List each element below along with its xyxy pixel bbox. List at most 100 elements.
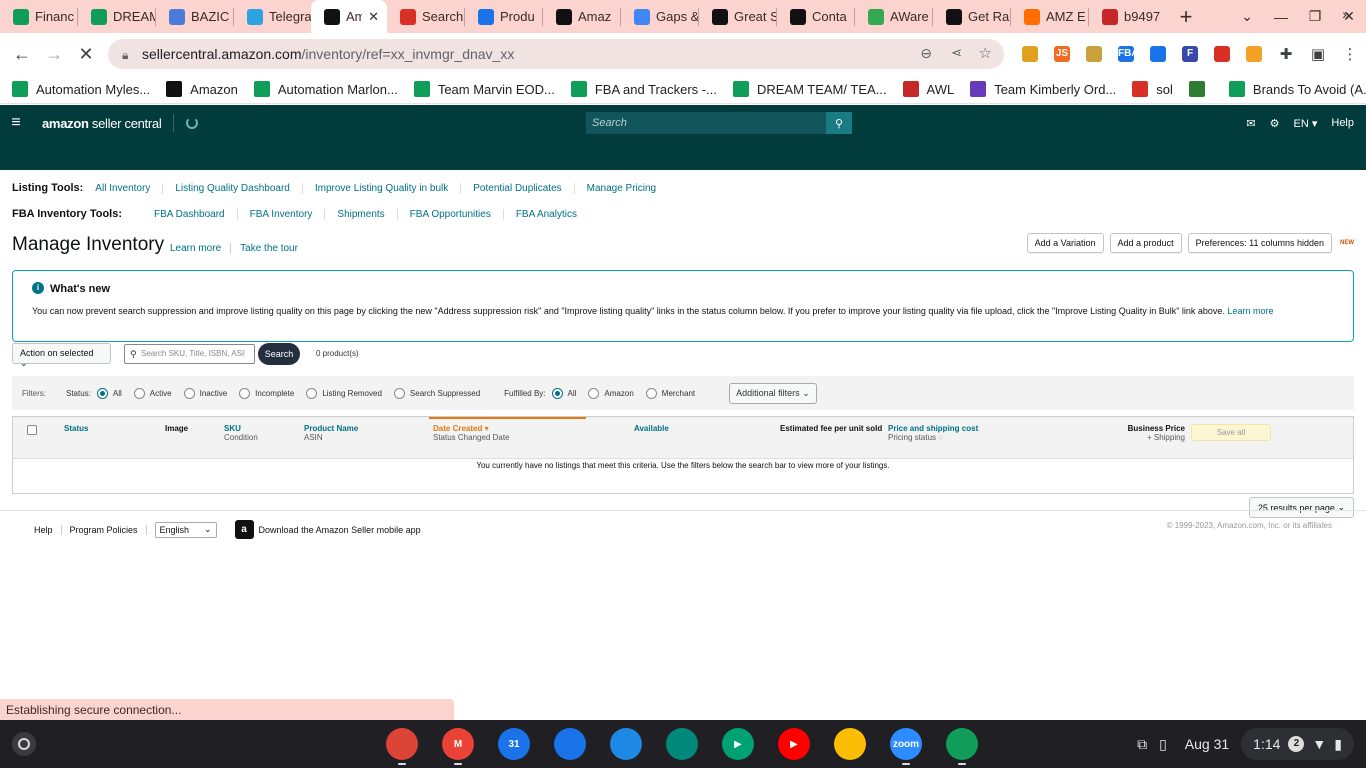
inventory-search-input[interactable]: ⚲ Search SKU, Title, ISBN, ASIN [124,344,255,364]
status-option-incomplete[interactable]: Incomplete [239,387,294,399]
program-policies-link[interactable]: Program Policies [62,524,147,535]
fba-tools-link-fba-opportunities[interactable]: FBA Opportunities [398,208,504,220]
language-selector[interactable]: EN ▾ [1294,117,1318,130]
listing-tools-link-all-inventory[interactable]: All Inventory [95,182,164,194]
screen-capture-icon[interactable]: ⧉ [1137,736,1147,753]
col-available[interactable]: Available [634,424,669,433]
calendar-icon[interactable]: 31 [498,728,530,760]
sync-extension-icon[interactable] [1078,46,1110,62]
browser-tab[interactable]: AWare [855,0,932,33]
browser-tab[interactable]: BAZIC [156,0,233,33]
preferences-button[interactable]: Preferences: 11 columns hidden [1187,233,1332,253]
radio-button[interactable] [133,387,145,399]
circle-extension-icon[interactable] [1142,46,1174,62]
add-variation-button[interactable]: Add a Variation [1026,233,1104,253]
meet-icon[interactable] [666,728,698,760]
browser-tab[interactable]: Great S [699,0,776,33]
puzzle-icon[interactable]: ✚ [1270,45,1302,63]
status-option-listing-removed[interactable]: Listing Removed [306,387,382,399]
side-panel-icon[interactable]: ▣ [1302,45,1334,63]
listing-tools-link-listing-quality-dashboard[interactable]: Listing Quality Dashboard [163,182,303,194]
status-option-search-suppressed[interactable]: Search Suppressed [393,387,480,399]
status-option-inactive[interactable]: Inactive [183,387,227,399]
radio-button[interactable] [551,387,563,399]
header-search-input[interactable]: Search [586,112,826,134]
files-icon[interactable] [554,728,586,760]
learn-more-link[interactable]: Learn more [170,243,230,254]
fba-tools-link-fba-dashboard[interactable]: FBA Dashboard [134,208,238,220]
gear-icon[interactable]: ⚙ [1270,117,1280,130]
results-per-page-dropdown[interactable]: 25 results per page ⌄ [1248,497,1354,518]
bookmark-item[interactable]: FBA and Trackers -... [570,81,717,97]
minimize-icon[interactable]: — [1264,9,1298,25]
listing-tools-link-manage-pricing[interactable]: Manage Pricing [575,183,668,194]
listing-tools-link-potential-duplicates[interactable]: Potential Duplicates [461,182,575,194]
action-on-selected-dropdown[interactable]: Action on selected ⌄ [12,343,111,368]
listing-tools-link-improve-listing-quality-in-bulk[interactable]: Improve Listing Quality in bulk [303,182,462,194]
stop-loading-icon[interactable]: ✕ [70,44,102,65]
col-price-shipping[interactable]: Price and shipping cost Pricing status ◌ [888,424,978,442]
seller-central-logo[interactable]: amazon seller central [42,116,162,131]
more-menu-icon[interactable]: ⋮ [1334,45,1366,63]
browser-tab[interactable]: b9497 [1089,0,1166,33]
radio-button[interactable] [588,387,600,399]
chrome-icon[interactable] [386,728,418,765]
col-status[interactable]: Status [64,424,88,433]
browser-tab[interactable]: Search [387,0,464,33]
bookmark-star-icon[interactable]: ☆ [979,44,992,62]
status-option-all[interactable]: All [96,387,122,399]
add-product-button[interactable]: Add a product [1109,233,1182,253]
forward-icon[interactable]: → [38,44,70,65]
date-display[interactable]: Aug 31 [1185,736,1229,752]
bookmark-item[interactable] [1188,81,1213,97]
back-icon[interactable]: ← [6,44,38,65]
bookmark-item[interactable]: Team Kimberly Ord... [970,81,1116,97]
radio-button[interactable] [393,387,405,399]
mail-icon[interactable]: ✉ [1246,117,1255,130]
bee-extension-icon[interactable] [1014,46,1046,62]
bookmark-item[interactable]: Amazon [166,81,238,97]
alert-learn-more-link[interactable]: Learn more [1227,306,1273,316]
browser-tab[interactable]: Get Ra [933,0,1010,33]
bookmark-item[interactable]: Brands To Avoid (A... [1228,81,1366,97]
radio-button[interactable] [645,387,657,399]
address-bar[interactable]: 🔒︎ sellercentral.amazon.com/inventory/re… [108,39,1004,69]
radio-button[interactable] [183,387,195,399]
browser-tab[interactable]: Financ [0,0,77,33]
radio-button[interactable] [239,387,251,399]
col-sku[interactable]: SKU Condition [224,424,258,442]
download-app-link[interactable]: Download the Amazon Seller mobile app [259,525,421,535]
new-tab-icon[interactable]: + [1166,4,1206,30]
browser-tab[interactable]: Amaz [543,0,620,33]
launcher-icon[interactable] [12,732,36,756]
zoom-icon[interactable]: ⊖ [920,45,932,62]
select-all-checkbox[interactable] [27,425,37,435]
browser-tab[interactable]: AMZ E [1011,0,1088,33]
fba-tools-link-shipments[interactable]: Shipments [325,208,398,220]
status-option-active[interactable]: Active [133,387,172,399]
chevron-right-icon[interactable]: » [1342,6,1350,22]
lock-icon[interactable]: 🔒︎ [122,48,132,62]
bookmark-item[interactable]: Automation Myles... [12,81,150,97]
close-tab-icon[interactable]: ✕ [368,9,379,25]
youtube-icon[interactable]: ▶ [778,728,810,760]
search-button[interactable]: Search [258,343,300,365]
share-icon[interactable]: ⋖ [951,45,962,61]
browser-tab[interactable]: Conta [777,0,854,33]
bookmark-item[interactable]: Automation Marlon... [253,81,398,97]
fulfilled-option-merchant[interactable]: Merchant [645,387,695,399]
bookmark-item[interactable]: DREAM TEAM/ TEA... [732,81,887,97]
col-product-name[interactable]: Product Name ASIN [304,424,358,442]
fulfilled-option-amazon[interactable]: Amazon [588,387,634,399]
gmail-icon[interactable]: M [442,728,474,765]
browser-tab[interactable]: Gaps & [621,0,698,33]
orange-circle-extension-icon[interactable] [1238,46,1270,62]
play-store-icon[interactable]: ▶ [722,728,754,760]
browser-tab[interactable]: DREAM [78,0,155,33]
col-date-created[interactable]: Date Created ▾ Status Changed Date [433,424,510,442]
fba-extension-icon[interactable]: FBA [1110,46,1142,62]
zoom-icon[interactable]: zoom [890,728,922,765]
tab-search-icon[interactable]: ⌄ [1230,8,1264,25]
footer-help-link[interactable]: Help [34,524,62,535]
hamburger-menu-icon[interactable]: ≡ [0,114,32,132]
